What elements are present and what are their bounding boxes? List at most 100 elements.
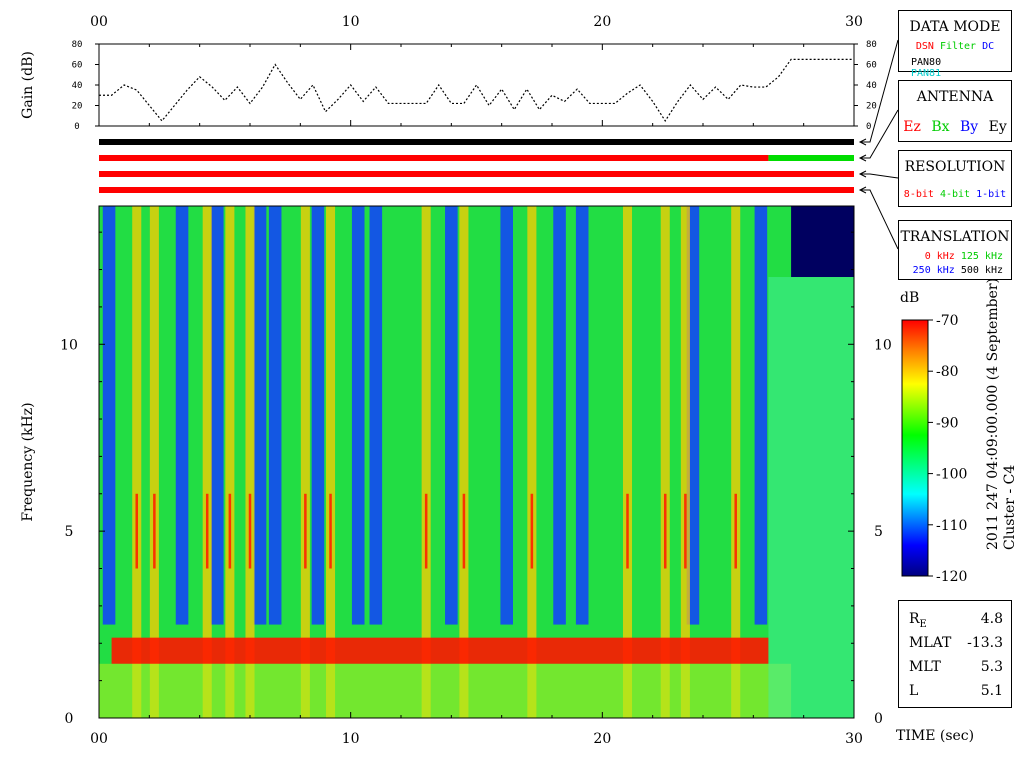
- spec-y-tick-label: 5: [65, 524, 74, 540]
- spec-y-tick-label: 10: [60, 337, 78, 353]
- spec-y-label: Frequency (kHz): [20, 402, 36, 521]
- translation-item: 125 kHz: [960, 251, 1003, 262]
- legend-connectors: [858, 39, 899, 250]
- status-bar-segment: [99, 187, 854, 193]
- resolution-title: RESOLUTION: [904, 159, 1006, 175]
- top-x-tick-label: 00: [90, 14, 108, 30]
- antenna-title: ANTENNA: [916, 89, 994, 105]
- resolution-item: 8-bit: [903, 189, 934, 200]
- status-bar-segment: [99, 171, 854, 177]
- dark-column: [575, 206, 589, 625]
- dark-column: [445, 206, 458, 625]
- low-frequency-band: [99, 663, 792, 718]
- colorbar-tick-label: -100: [936, 467, 967, 483]
- bright-column-core: [424, 493, 428, 569]
- translation-row1: 0 kHz 125 kHz: [925, 251, 1003, 262]
- dark-column: [553, 206, 566, 625]
- gain-y-tick-label: 80: [72, 40, 83, 50]
- dark-column: [102, 206, 116, 625]
- bright-column-core: [626, 493, 629, 569]
- status-bars: [99, 139, 854, 193]
- bright-column-core: [329, 493, 332, 569]
- status-connector: [860, 109, 899, 159]
- colorbar-tick-label: -70: [936, 313, 959, 329]
- bright-column-core: [153, 493, 156, 569]
- dark-column: [754, 206, 768, 625]
- colorbar: -70 -80 -90 -100 -110 -120: [901, 313, 967, 585]
- orbit-label-sub: E: [919, 618, 927, 630]
- translation-item: 250 kHz: [912, 265, 955, 276]
- colorbar-tick-label: -80: [936, 364, 959, 380]
- top-x-tick-label: 20: [593, 14, 611, 30]
- data-mode-item: DSN: [915, 41, 934, 52]
- translation-item: 500 kHz: [960, 265, 1003, 276]
- spec-y-tick-label-right: 10: [874, 337, 892, 353]
- gain-y-tick-label: 0: [74, 122, 79, 132]
- data-mode-box: DATA MODE DSN Filter DC PAN80 PAN81: [898, 10, 1012, 79]
- status-bar-segment: [99, 139, 854, 145]
- translation-row2: 250 kHz 500 kHz: [913, 265, 1003, 276]
- top-x-tick-label: 30: [845, 14, 863, 30]
- orbit-label: MLT: [909, 659, 941, 675]
- dark-column: [253, 206, 267, 625]
- orbit-row: L 5.1: [909, 683, 1003, 705]
- gain-y-tick-label: 40: [72, 81, 83, 91]
- gain-panel: 00 10 20 300 020 2040 4060 6080 80Gain (dB): [20, 14, 877, 132]
- orbit-label: L: [909, 683, 919, 699]
- gain-y-label: Gain (dB): [20, 51, 36, 119]
- spec-y-tick-label: 0: [65, 711, 74, 727]
- post-switch-region: [768, 277, 854, 718]
- figure-canvas: 00 10 20 300 020 2040 4060 6080 80Gain (dB) 00 10…: [20, 14, 967, 747]
- gain-series-line: [99, 58, 854, 122]
- dark-column: [500, 206, 513, 625]
- colorbar-tick-label: -120: [936, 569, 967, 585]
- top-x-tick-label: 10: [342, 14, 360, 30]
- spec-x-tick-label: 20: [593, 731, 611, 747]
- antenna-items: Ez Bx By Ey: [899, 119, 1011, 135]
- spec-x-tick-label: 10: [342, 731, 360, 747]
- bright-column-core: [734, 493, 737, 569]
- data-mode-item: PAN81: [911, 68, 942, 79]
- bright-column-core: [684, 493, 687, 569]
- antenna-box: ANTENNA Ez Bx By Ey: [898, 80, 1012, 142]
- dark-column: [369, 206, 383, 625]
- colorbar-tick-label: -110: [936, 518, 967, 534]
- translation-box: TRANSLATION 0 kHz 125 kHz 250 kHz 500 kH…: [898, 220, 1012, 280]
- bright-column-core: [530, 493, 534, 569]
- dark-column: [351, 206, 365, 625]
- resolution-items: 8-bit 4-bit 1-bit: [899, 189, 1011, 200]
- side-title-line1: 2011 247 04:09:00.000 (4 September): [985, 278, 1001, 550]
- gain-y-tick-label-right: 40: [866, 81, 877, 91]
- data-mode-title: DATA MODE: [909, 19, 1001, 35]
- dark-column: [210, 206, 224, 625]
- time-axis-label: TIME (sec): [896, 728, 975, 744]
- orbit-value: 5.3: [980, 659, 1003, 675]
- gain-y-tick-label: 60: [72, 61, 83, 71]
- gain-y-tick-label-right: 80: [866, 40, 877, 50]
- bright-column-core: [663, 493, 667, 569]
- antenna-item: Ez: [903, 119, 921, 135]
- bright-column-core: [205, 493, 209, 569]
- side-title-line2: Cluster - C4: [1002, 464, 1018, 550]
- bright-column-core: [248, 493, 252, 569]
- resolution-item: 4-bit: [939, 189, 971, 200]
- side-title: 2011 247 04:09:00.000 (4 September) Clus…: [985, 278, 1019, 550]
- data-gap: [791, 206, 854, 278]
- colorbar-gradient: [901, 319, 929, 577]
- data-mode-item: Filter: [939, 41, 977, 52]
- orbit-row: MLAT -13.3: [909, 635, 1003, 657]
- orbit-value: 4.8: [980, 611, 1003, 627]
- data-mode-row2: PAN80 PAN81: [911, 57, 1011, 79]
- orbit-info-box: RE 4.8 MLAT -13.3 MLT 5.3 L 5.1: [898, 600, 1012, 708]
- bright-column-core: [228, 493, 232, 569]
- translation-item: 0 kHz: [924, 251, 955, 262]
- spec-y-tick-label-right: 0: [874, 711, 883, 727]
- gain-y-tick-label-right: 20: [866, 102, 877, 112]
- data-mode-item: DC: [982, 41, 995, 52]
- orbit-row: MLT 5.3: [909, 659, 1003, 681]
- gain-y-tick-label: 20: [72, 102, 83, 112]
- data-mode-row1: DSN Filter DC: [899, 41, 1011, 52]
- orbit-label: RE: [909, 611, 927, 630]
- gain-y-tick-label-right: 0: [866, 122, 871, 132]
- antenna-item: By: [959, 119, 979, 135]
